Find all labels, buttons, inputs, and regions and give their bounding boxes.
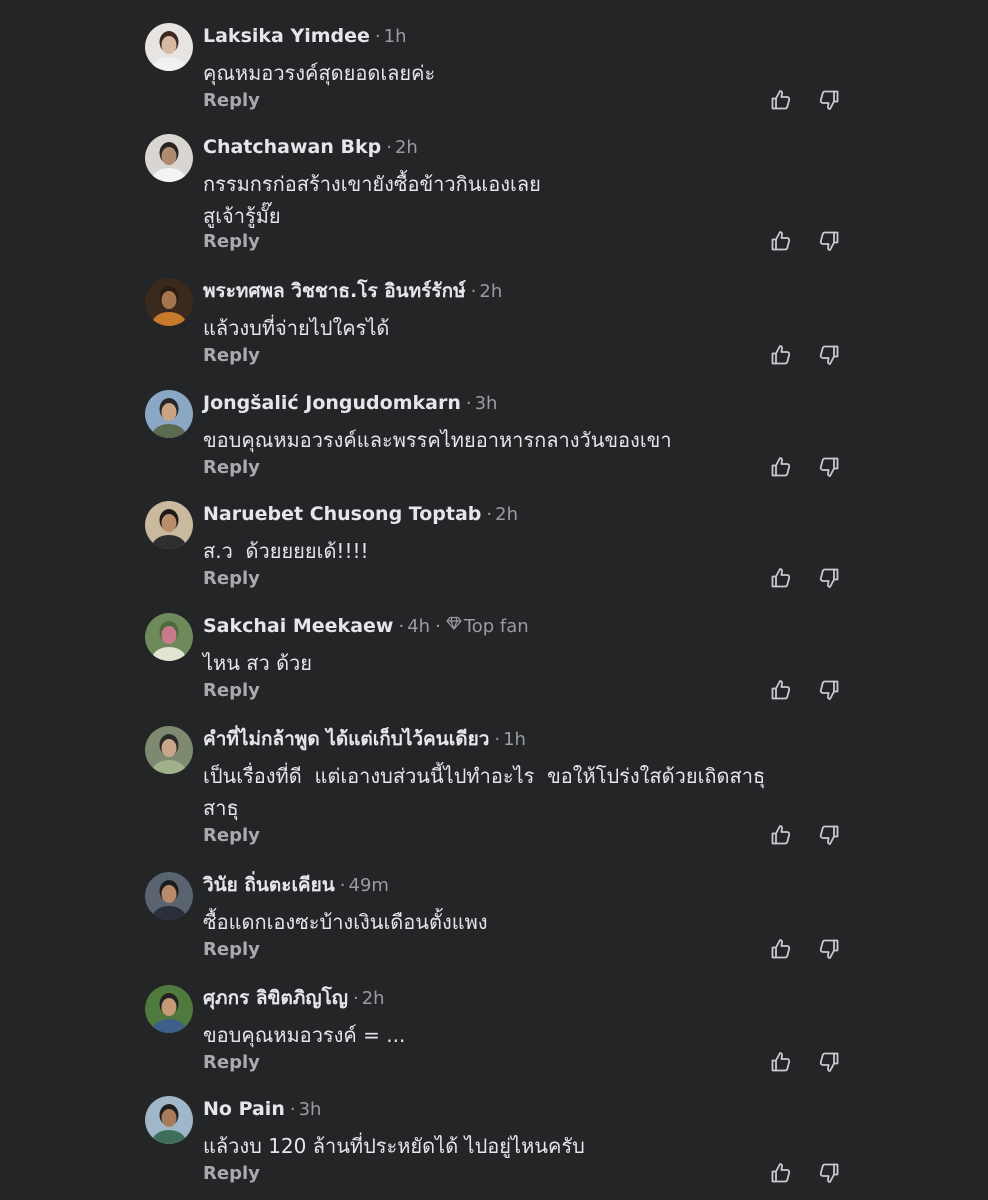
avatar[interactable] (145, 726, 193, 774)
reply-button[interactable]: Reply (203, 344, 260, 368)
thumbs-up-icon[interactable] (769, 678, 793, 702)
comment-header: ศุภกร ลิขิตภิญโญ · 2h (203, 985, 385, 1011)
thumbs-down-icon[interactable] (817, 343, 841, 367)
comment-text: ขอบคุณหมอวรงค์ = ... (203, 1023, 406, 1047)
thumbs-down-icon[interactable] (817, 1161, 841, 1185)
separator-dot: · (398, 616, 405, 637)
top-fan-badge: Top fan (463, 616, 529, 637)
separator-dot: · (386, 137, 392, 158)
comment-header: Naruebet Chusong Toptab · 2h (203, 501, 518, 527)
thumbs-up-icon[interactable] (769, 566, 793, 590)
reply-button[interactable]: Reply (203, 1051, 260, 1075)
comment-text: ไหน สว ด้วย (203, 651, 313, 675)
comment-timestamp[interactable]: 49m (349, 875, 389, 896)
comment-timestamp[interactable]: 2h (395, 137, 418, 158)
comment-text: แล้วงบ 120 ล้านที่ประหยัดได้ ไปอยู่ไหนคร… (203, 1134, 585, 1158)
thumbs-down-icon[interactable] (817, 678, 841, 702)
comment-timestamp[interactable]: 2h (495, 504, 518, 525)
comment-header: พระทศพล วิชชาธ.โร อินทร์รักษ์ · 2h (203, 278, 502, 304)
avatar[interactable] (145, 501, 193, 549)
thumbs-up-icon[interactable] (769, 937, 793, 961)
separator-dot: · (486, 504, 493, 525)
author-name[interactable]: พระทศพล วิชชาธ.โร อินทร์รักษ์ (203, 280, 466, 302)
separator-dot: · (289, 1099, 296, 1120)
thumbs-down-icon[interactable] (817, 937, 841, 961)
comment-timestamp[interactable]: 1h (384, 26, 407, 47)
separator-dot: · (339, 875, 346, 896)
comment-timestamp[interactable]: 1h (503, 729, 526, 750)
avatar[interactable] (145, 134, 193, 182)
reply-button[interactable]: Reply (203, 567, 260, 591)
author-name[interactable]: Chatchawan Bkp (203, 136, 381, 158)
author-name[interactable]: ศุภกร ลิขิตภิญโญ (203, 987, 348, 1009)
comment-text: กรรมกรก่อสร้างเขายังซื้อข้าวกินเองเลย สู… (203, 172, 541, 228)
thumbs-up-icon[interactable] (769, 823, 793, 847)
comment-text: ซื้อแดกเองซะบ้างเงินเดือนตั้งแพง (203, 910, 488, 934)
author-name[interactable]: Naruebet Chusong Toptab (203, 503, 481, 525)
avatar[interactable] (145, 613, 193, 661)
comment-text: เป็นเรื่องที่ดี แต่เอางบส่วนนี้ไปทำอะไร … (203, 764, 766, 820)
reply-button[interactable]: Reply (203, 456, 260, 480)
avatar[interactable] (145, 872, 193, 920)
thumbs-up-icon[interactable] (769, 1050, 793, 1074)
separator-dot: · (470, 281, 477, 302)
separator-dot: · (353, 988, 359, 1009)
separator-dot: · (465, 393, 472, 414)
avatar[interactable] (145, 1096, 193, 1144)
top-fan-diamond-icon (446, 613, 462, 639)
reply-button[interactable]: Reply (203, 938, 260, 962)
comment-header: Laksika Yimdee · 1h (203, 23, 407, 49)
thumbs-down-icon[interactable] (817, 455, 841, 479)
reply-button[interactable]: Reply (203, 230, 260, 254)
comment-timestamp[interactable]: 4h (407, 616, 430, 637)
thumbs-down-icon[interactable] (817, 823, 841, 847)
author-name[interactable]: Jongšalić Jongudomkarn (203, 392, 461, 414)
thumbs-down-icon[interactable] (817, 1050, 841, 1074)
thumbs-up-icon[interactable] (769, 88, 793, 112)
reply-button[interactable]: Reply (203, 89, 260, 113)
thumbs-up-icon[interactable] (769, 229, 793, 253)
reply-button[interactable]: Reply (203, 824, 260, 848)
separator-dot: · (374, 26, 381, 47)
comment-header: No Pain · 3h (203, 1096, 321, 1122)
author-name[interactable]: Laksika Yimdee (203, 25, 370, 47)
thumbs-up-icon[interactable] (769, 1161, 793, 1185)
avatar[interactable] (145, 278, 193, 326)
author-name[interactable]: คำที่ไม่กล้าพูด ได้แต่เก็บไว้คนเดียว (203, 728, 489, 750)
author-name[interactable]: Sakchai Meekaew (203, 615, 393, 637)
thumbs-down-icon[interactable] (817, 88, 841, 112)
author-name[interactable]: No Pain (203, 1098, 285, 1120)
comment-header: Jongšalić Jongudomkarn · 3h (203, 390, 497, 416)
comment-timestamp[interactable]: 3h (299, 1099, 322, 1120)
comment-header: คำที่ไม่กล้าพูด ได้แต่เก็บไว้คนเดียว · 1h (203, 726, 526, 752)
comment-text: ขอบคุณหมอวรงค์และพรรคไทยอาหารกลางวันของเ… (203, 428, 672, 452)
separator-dot: · (435, 616, 441, 637)
separator-dot: · (494, 729, 501, 750)
comment-header: Chatchawan Bkp · 2h (203, 134, 418, 160)
thumbs-down-icon[interactable] (817, 566, 841, 590)
thumbs-up-icon[interactable] (769, 455, 793, 479)
thumbs-up-icon[interactable] (769, 343, 793, 367)
avatar[interactable] (145, 390, 193, 438)
thumbs-down-icon[interactable] (817, 229, 841, 253)
avatar[interactable] (145, 985, 193, 1033)
comment-timestamp[interactable]: 2h (479, 281, 502, 302)
comment-timestamp[interactable]: 3h (475, 393, 498, 414)
comment-header: วินัย ถิ่นตะเคียน · 49m (203, 872, 389, 898)
comment-header: Sakchai Meekaew · 4h · Top fan (203, 613, 529, 639)
comment-text: ส.ว ด้วยยยยเด้!!!! (203, 539, 369, 563)
comment-timestamp[interactable]: 2h (362, 988, 385, 1009)
avatar[interactable] (145, 23, 193, 71)
comment-text: แล้วงบที่จ่ายไปใครได้ (203, 316, 390, 340)
comment-text: คุณหมอวรงค์สุดยอดเลยค่ะ (203, 61, 436, 85)
author-name[interactable]: วินัย ถิ่นตะเคียน (203, 874, 335, 896)
comments-list: Laksika Yimdee · 1h คุณหมอวรงค์สุดยอดเลยค่ะ… (0, 0, 988, 1200)
reply-button[interactable]: Reply (203, 679, 260, 703)
reply-button[interactable]: Reply (203, 1162, 260, 1186)
